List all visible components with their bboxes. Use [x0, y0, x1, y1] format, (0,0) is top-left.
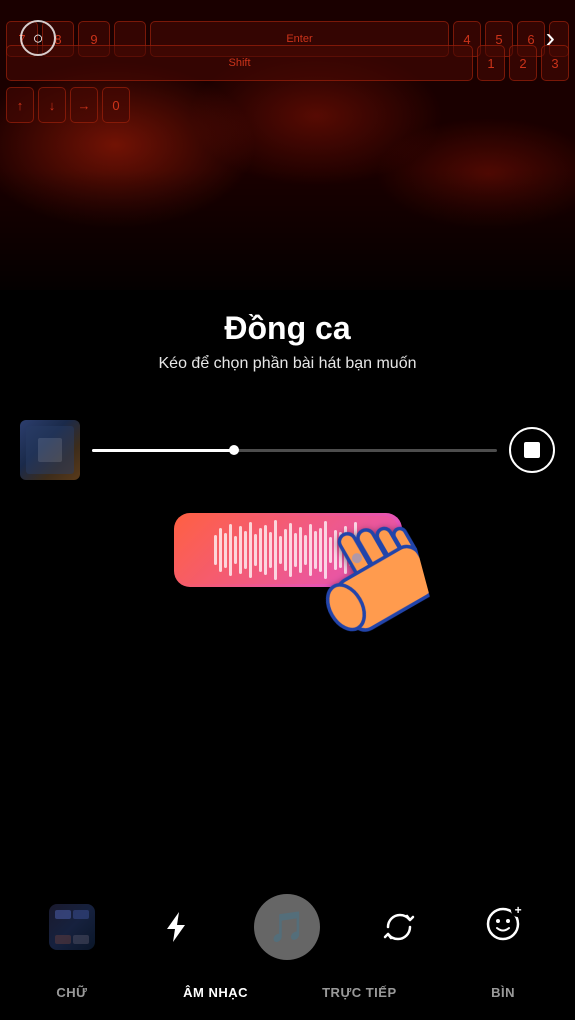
face-effect-icon[interactable]: +	[478, 902, 528, 952]
bottom-toolbar: 🎵 +	[0, 894, 575, 960]
progress-handle[interactable]	[229, 445, 239, 455]
top-bar: ○ ›	[0, 20, 575, 56]
stop-icon	[524, 442, 540, 458]
stop-button[interactable]	[509, 427, 555, 473]
gallery-icon[interactable]	[47, 902, 97, 952]
tab-truc-tiep[interactable]: TRỰC TIẾP	[288, 964, 432, 1020]
settings-icon[interactable]: ○	[20, 20, 56, 56]
tab-am-nhac[interactable]: ÂM NHẠC	[144, 964, 288, 1020]
tab-bin[interactable]: BÌN	[431, 964, 575, 1020]
progress-bar[interactable]	[92, 449, 497, 452]
title-section: Đồng ca Kéo để chọn phần bài hát bạn muố…	[0, 310, 575, 373]
next-icon[interactable]: ›	[546, 22, 555, 54]
flash-icon[interactable]	[151, 902, 201, 952]
waveform-section[interactable]	[0, 510, 575, 590]
song-title: Đồng ca	[0, 310, 575, 347]
bottom-nav: CHỮ ÂM NHẠC TRỰC TIẾP BÌN	[0, 964, 575, 1020]
music-button[interactable]: 🎵	[254, 894, 320, 960]
album-thumbnail	[20, 420, 80, 480]
song-subtitle: Kéo để chọn phần bài hát bạn muốn	[0, 355, 575, 373]
progress-fill	[92, 449, 234, 452]
track-row	[0, 420, 575, 480]
tab-chu[interactable]: CHỮ	[0, 964, 144, 1020]
refresh-icon[interactable]	[374, 902, 424, 952]
